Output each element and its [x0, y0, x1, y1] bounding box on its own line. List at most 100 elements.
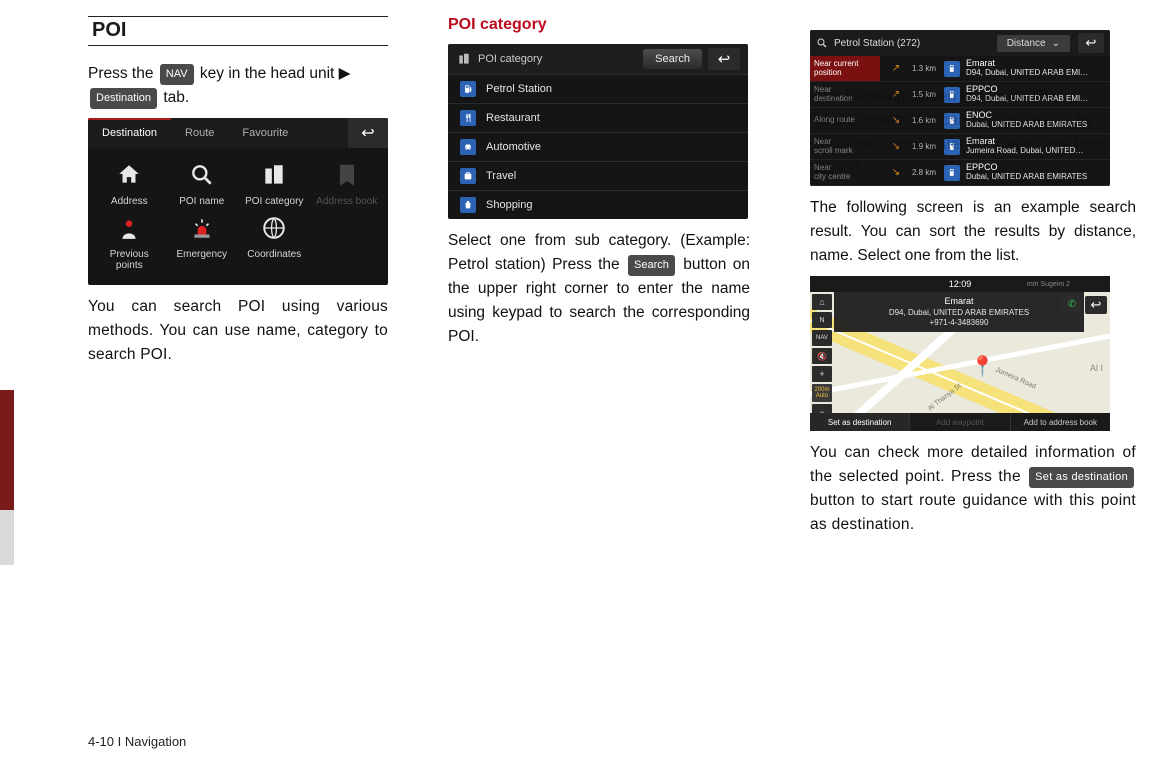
label: Address book	[316, 196, 377, 207]
home-icon[interactable]: ⌂	[812, 294, 832, 310]
menu-coordinates[interactable]: Coordinates	[241, 213, 308, 271]
text: Press the	[88, 65, 158, 82]
result-row[interactable]: ↘1.6 kmENOCDubai, UNITED ARAB EMIRATES	[880, 108, 1110, 134]
chevron-down-icon: ⌄	[1052, 38, 1060, 49]
nav-icon[interactable]: NAV	[812, 330, 832, 346]
direction-icon: ↗	[886, 89, 906, 100]
tab-destination[interactable]: Destination	[88, 118, 171, 148]
col3-paragraph-2: You can check more detailed information …	[810, 441, 1136, 537]
col3-paragraph-1: The following screen is an example searc…	[810, 196, 1136, 268]
fuel-icon	[460, 81, 476, 97]
label: Automotive	[486, 141, 541, 153]
result-row[interactable]: ↘ 2.8 km EPPCODubai, UNITED ARAB EMIRATES	[880, 160, 1110, 186]
label: Address	[111, 196, 148, 207]
shopping-icon	[460, 197, 476, 213]
destination-key: Destination	[90, 88, 157, 109]
menu-previous-points[interactable]: Previous points	[96, 213, 163, 271]
category-row-petrol[interactable]: Petrol Station	[448, 74, 748, 103]
building-icon	[259, 160, 289, 190]
call-button[interactable]: ✆	[1062, 296, 1082, 312]
side-near-current[interactable]: Near currentposition	[810, 56, 880, 82]
menu-poi-category[interactable]: POI category	[241, 160, 308, 207]
intro-paragraph-2: You can search POI using various methods…	[88, 295, 388, 367]
section-title: POI	[88, 19, 388, 46]
add-addressbook-button[interactable]: Add to address book	[1010, 413, 1110, 431]
back-button[interactable]: ↩	[708, 48, 740, 70]
label: POI category	[245, 196, 303, 207]
category-row-automotive[interactable]: Automotive	[448, 132, 748, 161]
scale-indicator: 200mAuto	[812, 384, 832, 402]
distance: 1.5 km	[912, 90, 938, 99]
fuel-icon	[944, 61, 960, 77]
label: Previous points	[96, 249, 163, 271]
clock: 12:09	[949, 279, 972, 289]
text: button to start route guidance with this…	[810, 492, 1136, 533]
restaurant-icon	[460, 110, 476, 126]
emergency-icon	[187, 213, 217, 243]
building-icon	[456, 52, 472, 66]
label: Petrol Station	[486, 83, 552, 95]
side-along-route[interactable]: Along route	[810, 108, 880, 134]
header-label: POI category	[478, 53, 542, 65]
result-row[interactable]: ↗1.5 kmEPPCOD94, Dubai, UNITED ARAB EMI…	[880, 82, 1110, 108]
col2-paragraph: Select one from sub category. (Example: …	[448, 229, 750, 349]
direction-icon: ↘	[886, 141, 906, 152]
history-icon	[114, 213, 144, 243]
result-text: EPPCODubai, UNITED ARAB EMIRATES	[966, 163, 1104, 182]
travel-icon	[460, 168, 476, 184]
side-near-scroll[interactable]: Nearscroll mark	[810, 134, 880, 160]
fuel-icon	[944, 139, 960, 155]
menu-poi-name[interactable]: POI name	[169, 160, 236, 207]
poi-phone: +971-4-3483690	[840, 318, 1078, 328]
compass-icon[interactable]: N	[812, 312, 832, 328]
poi-info-banner: Emarat D94, Dubai, UNITED ARAB EMIRATES …	[834, 292, 1084, 332]
set-destination-button[interactable]: Set as destination	[810, 413, 909, 431]
category-row-restaurant[interactable]: Restaurant	[448, 103, 748, 132]
search-button[interactable]: Search	[643, 49, 702, 69]
direction-icon: ↘	[886, 167, 906, 178]
back-button[interactable]: ↩	[1078, 33, 1104, 53]
car-icon	[460, 139, 476, 155]
menu-address-book[interactable]: Address book	[314, 160, 381, 207]
tab-favourite[interactable]: Favourite	[228, 118, 302, 148]
home-icon	[114, 160, 144, 190]
area-label: mm Sugeim 2	[1027, 281, 1070, 288]
label: Shopping	[486, 199, 533, 211]
distance: 1.3 km	[912, 64, 938, 73]
add-waypoint-button[interactable]: Add waypoint	[909, 413, 1009, 431]
back-button[interactable]: ↩	[1085, 296, 1107, 314]
label: Travel	[486, 170, 516, 182]
map-controls: ⌂ N NAV 🔇 + 200mAuto −	[812, 294, 832, 420]
sort-dropdown[interactable]: Distance ⌄	[997, 35, 1070, 52]
distance: 1.9 km	[912, 142, 938, 151]
mute-icon[interactable]: 🔇	[812, 348, 832, 364]
zoom-in-button[interactable]: +	[812, 366, 832, 382]
screenshot-search-results: Petrol Station (272) Distance⌄ ↩ Near cu…	[810, 30, 1110, 186]
area-label: Al I	[1090, 363, 1103, 373]
tab-route[interactable]: Route	[171, 118, 228, 148]
label: Coordinates	[247, 249, 301, 260]
screenshot-poi-category: POI category Search ↩ Petrol Station Res…	[448, 44, 748, 219]
distance: 2.8 km	[912, 168, 938, 177]
direction-icon: ↘	[886, 115, 906, 126]
result-row[interactable]: ↗1.3 kmEmaratD94, Dubai, UNITED ARAB EMI…	[880, 56, 1110, 82]
set-destination-key: Set as destination	[1029, 467, 1134, 488]
menu-address[interactable]: Address	[96, 160, 163, 207]
fuel-icon	[944, 87, 960, 103]
back-button[interactable]: ↩	[348, 118, 388, 148]
fuel-icon	[944, 165, 960, 181]
category-row-travel[interactable]: Travel	[448, 161, 748, 190]
search-key: Search	[628, 255, 675, 276]
result-row[interactable]: ↘1.9 kmEmaratJumeira Road, Dubai, UNITED…	[880, 134, 1110, 160]
page-footer: 4-10 I Navigation	[88, 694, 1136, 749]
side-near-destination[interactable]: Neardestination	[810, 82, 880, 108]
intro-paragraph-1: Press the NAV key in the head unit ▶ Des…	[88, 62, 388, 110]
category-row-shopping[interactable]: Shopping	[448, 190, 748, 219]
side-near-city[interactable]: Nearcity centre	[810, 160, 880, 186]
poi-name: Emarat	[840, 296, 1078, 307]
menu-emergency[interactable]: Emergency	[169, 213, 236, 271]
label: Distance	[1007, 38, 1046, 49]
section-rail	[0, 0, 14, 759]
arrow-icon: ▶	[339, 65, 351, 82]
label: POI name	[179, 196, 224, 207]
